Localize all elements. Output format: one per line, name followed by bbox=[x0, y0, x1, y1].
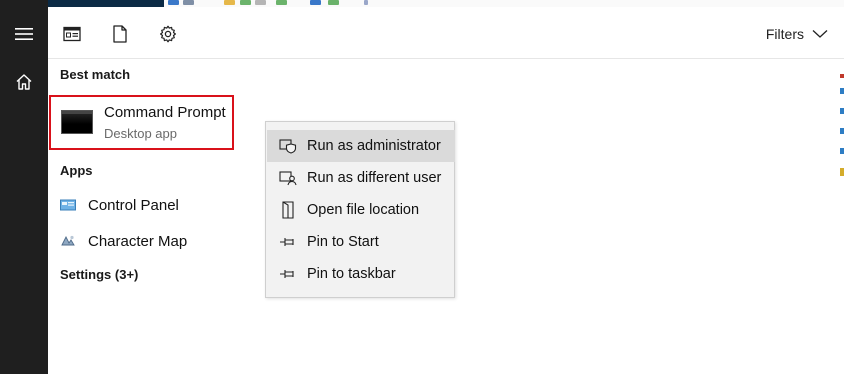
taskbar-button[interactable] bbox=[168, 0, 179, 5]
pin-icon bbox=[279, 265, 297, 283]
hamburger-menu-icon bbox=[15, 28, 33, 40]
background-window-edge bbox=[840, 74, 844, 78]
control-panel-icon bbox=[60, 197, 76, 213]
best-match-subtitle: Desktop app bbox=[104, 126, 177, 141]
settings-icon bbox=[160, 25, 176, 43]
section-best-match: Best match bbox=[60, 67, 131, 82]
section-settings[interactable]: Settings (3+) bbox=[60, 267, 138, 282]
menu-item-open-file-location[interactable]: Open file location bbox=[267, 194, 455, 226]
background-window-edge bbox=[840, 148, 844, 154]
apps-filter-button[interactable] bbox=[60, 22, 84, 46]
taskbar-strip bbox=[48, 0, 844, 7]
menu-item-run-as-different-user[interactable]: Run as different user bbox=[267, 162, 455, 194]
app-item-label: Control Panel bbox=[88, 196, 179, 214]
menu-item-label: Open file location bbox=[307, 202, 420, 218]
menu-item-label: Pin to taskbar bbox=[307, 266, 396, 282]
app-item-control-panel[interactable]: Control Panel bbox=[60, 193, 179, 217]
command-prompt-icon bbox=[61, 110, 93, 134]
settings-filter-button[interactable] bbox=[156, 22, 180, 46]
character-map-icon bbox=[60, 233, 76, 249]
taskbar-button[interactable] bbox=[255, 0, 266, 5]
filters-label: Filters bbox=[765, 26, 804, 42]
search-toolbar: Filters bbox=[48, 10, 844, 58]
menu-item-run-as-administrator[interactable]: Run as administrator bbox=[267, 130, 455, 162]
taskbar-button[interactable] bbox=[328, 0, 339, 5]
taskbar-button[interactable] bbox=[276, 0, 287, 5]
shield-window-icon bbox=[279, 137, 297, 155]
home-icon bbox=[16, 74, 32, 90]
app-item-character-map[interactable]: Character Map bbox=[60, 229, 187, 253]
start-rail bbox=[0, 0, 48, 374]
background-window-edge bbox=[840, 168, 844, 176]
best-match-title: Command Prompt bbox=[104, 104, 226, 121]
best-match-result[interactable]: Command Prompt Desktop app bbox=[49, 95, 234, 150]
chevron-down-icon bbox=[812, 30, 828, 38]
taskbar-button[interactable] bbox=[364, 0, 368, 5]
taskbar-button[interactable] bbox=[240, 0, 251, 5]
background-window-edge bbox=[840, 88, 844, 94]
hamburger-menu-button[interactable] bbox=[0, 10, 48, 58]
background-window-edge bbox=[840, 128, 844, 134]
documents-filter-button[interactable] bbox=[108, 22, 132, 46]
document-icon bbox=[113, 25, 127, 43]
menu-item-label: Run as administrator bbox=[307, 138, 441, 154]
taskbar-button[interactable] bbox=[310, 0, 321, 5]
menu-item-label: Run as different user bbox=[307, 170, 442, 186]
taskbar-dark-segment bbox=[48, 0, 164, 7]
pin-icon bbox=[279, 233, 297, 251]
user-window-icon bbox=[279, 169, 297, 187]
file-location-icon bbox=[279, 201, 297, 219]
taskbar-button[interactable] bbox=[224, 0, 235, 5]
menu-item-pin-to-start[interactable]: Pin to Start bbox=[267, 226, 455, 258]
app-item-label: Character Map bbox=[88, 232, 188, 250]
apps-icon bbox=[63, 26, 81, 42]
background-window-edge bbox=[840, 108, 844, 114]
toolbar-divider bbox=[48, 58, 844, 59]
home-button[interactable] bbox=[0, 58, 48, 106]
menu-item-label: Pin to Start bbox=[307, 234, 379, 250]
taskbar-button[interactable] bbox=[183, 0, 194, 5]
section-apps: Apps bbox=[60, 163, 93, 178]
context-menu: Run as administrator Run as different us… bbox=[265, 121, 455, 298]
filters-dropdown[interactable]: Filters bbox=[766, 24, 828, 44]
menu-item-pin-to-taskbar[interactable]: Pin to taskbar bbox=[267, 258, 455, 290]
